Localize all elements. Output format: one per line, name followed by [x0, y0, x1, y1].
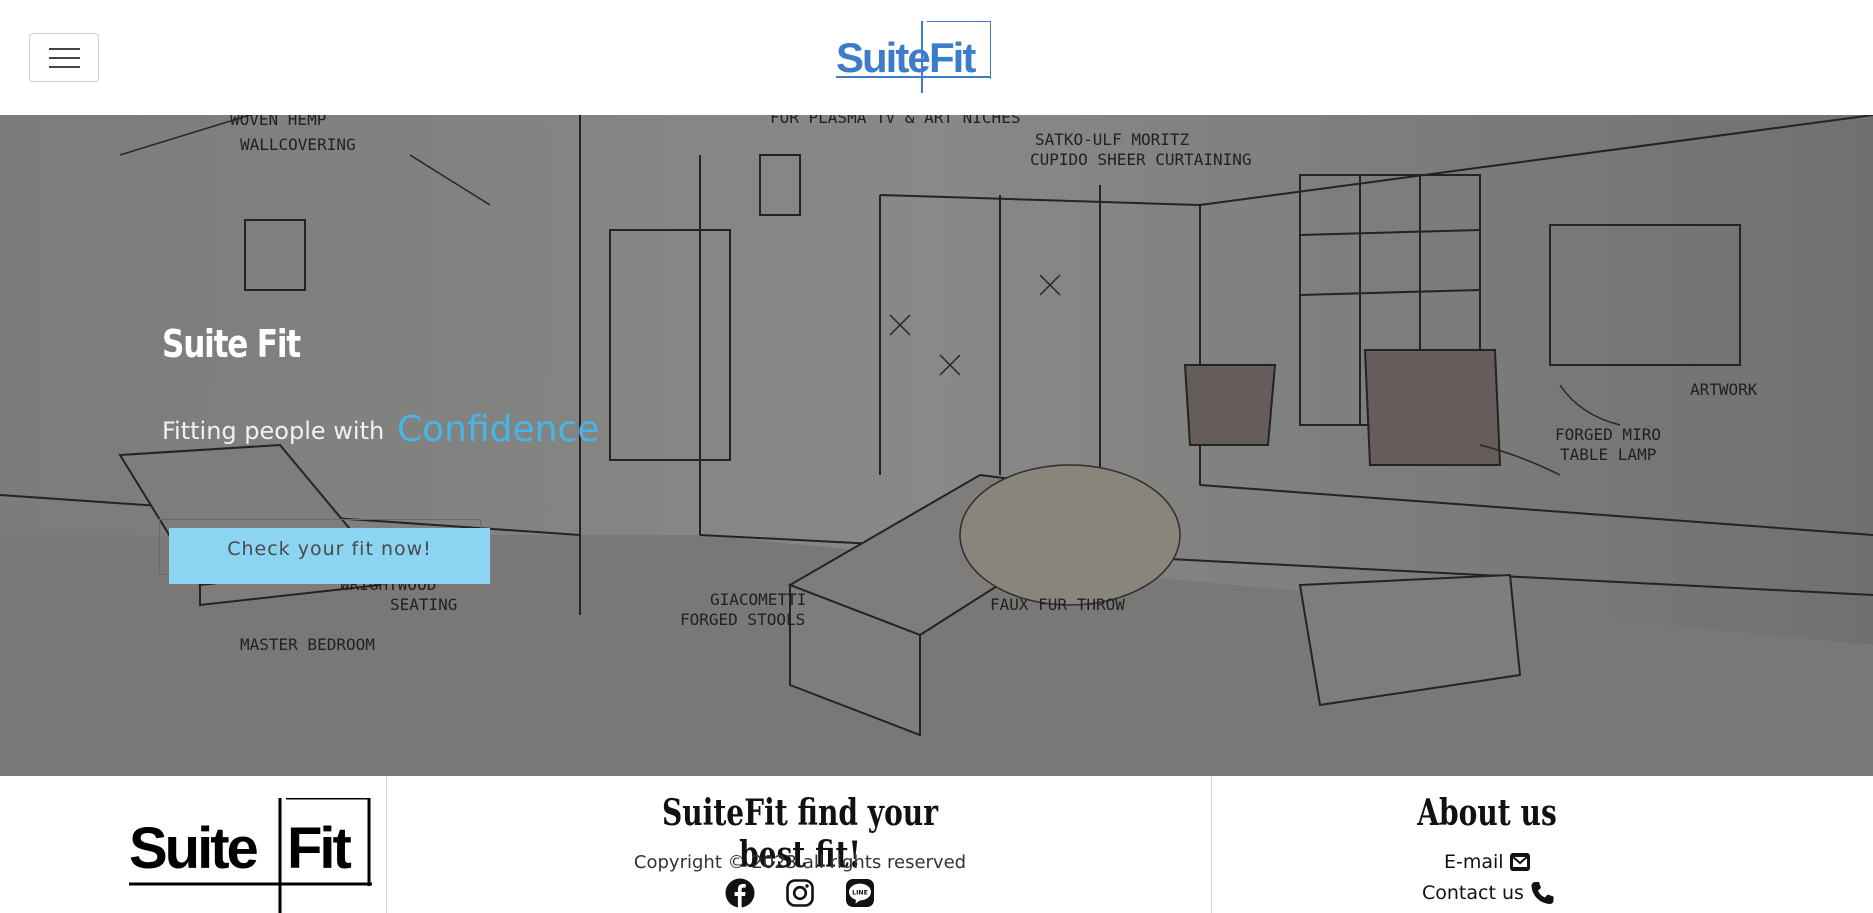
email-link[interactable]: E-mail: [1444, 851, 1531, 873]
footer-logo[interactable]: Suite Fit: [129, 798, 372, 913]
footer-divider: [386, 776, 387, 913]
hamburger-icon-bar: [49, 57, 80, 59]
hero-accent-word: Confidence: [397, 409, 600, 450]
footer-divider: [1211, 776, 1212, 913]
footer: Suite Fit SuiteFit find your best fit! C…: [0, 776, 1873, 913]
logo-word-fit: Fit: [929, 34, 976, 81]
contact-label: Contact us: [1422, 882, 1524, 904]
hero-subtitle: Fitting people with: [162, 417, 385, 445]
about-us-heading: About us: [1417, 792, 1557, 834]
line-icon[interactable]: LINE: [845, 878, 875, 908]
hero-overlay: [0, 115, 1873, 776]
phone-icon: [1531, 882, 1554, 904]
hamburger-icon: [49, 48, 80, 50]
email-label: E-mail: [1444, 851, 1504, 873]
social-links: LINE: [725, 878, 875, 908]
hero-banner: WOVEN HEMP WALLCOVERING FOR PLASMA TV & …: [0, 115, 1873, 776]
footer-logo-word-fit: Fit: [287, 816, 352, 881]
hero-title: Suite Fit: [162, 322, 301, 366]
line-icon-label: LINE: [852, 889, 868, 896]
top-navbar: Suite Fit: [0, 0, 1873, 115]
envelope-icon: [1509, 853, 1530, 871]
hamburger-icon-bar: [49, 66, 80, 68]
instagram-icon[interactable]: [785, 878, 815, 908]
footer-copyright: Copyright © 2023 all rights reserved: [633, 852, 967, 873]
footer-logo-word-suite: Suite: [129, 816, 259, 881]
check-fit-button[interactable]: Check your fit now!: [169, 528, 490, 584]
brand-logo[interactable]: Suite Fit: [836, 21, 991, 93]
contact-link[interactable]: Contact us: [1422, 880, 1555, 906]
facebook-icon[interactable]: [725, 878, 755, 908]
logo-word-suite: Suite: [836, 34, 931, 81]
menu-toggle-button[interactable]: [29, 33, 99, 82]
